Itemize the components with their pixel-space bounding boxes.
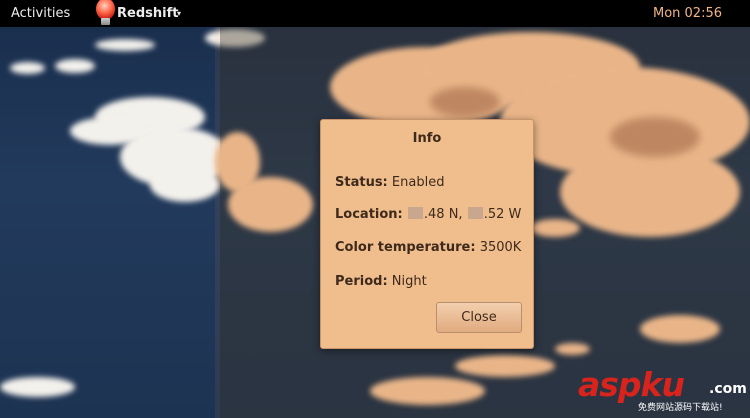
- location-key: Location:: [335, 207, 403, 222]
- dialog-title: Info: [412, 131, 442, 146]
- temp-key: Color temperature:: [335, 240, 476, 255]
- period-value: Night: [391, 274, 427, 289]
- watermark-suffix: .com: [709, 381, 747, 397]
- chevron-down-icon: ▾: [177, 9, 182, 18]
- redacted-block: [467, 207, 483, 219]
- period-row: Period: Night: [335, 274, 427, 289]
- activities-button[interactable]: Activities: [11, 6, 70, 21]
- location-row: Location: .48 N, .52 W: [335, 207, 521, 222]
- status-key: Status:: [335, 175, 388, 190]
- cloud: [95, 39, 155, 51]
- watermark-main: aspku: [578, 365, 685, 404]
- info-dialog: Info Status: Enabled Location: .48 N, .5…: [320, 119, 534, 349]
- period-key: Period:: [335, 274, 388, 289]
- location-lat: .48 N,: [423, 207, 463, 222]
- watermark-subtitle: 免费网站源码下载站!: [638, 403, 723, 413]
- watermark-logo: aspku .com 免费网站源码下载站!: [578, 365, 747, 413]
- cloud: [10, 62, 45, 74]
- redshift-bulb-icon: [96, 0, 115, 20]
- status-value: Enabled: [391, 175, 445, 190]
- close-button[interactable]: Close: [436, 302, 522, 333]
- cloud: [150, 167, 220, 202]
- app-menu-label: Redshift: [117, 6, 179, 21]
- redacted-block: [407, 207, 423, 219]
- temp-value: 3500K: [479, 240, 522, 255]
- clock[interactable]: Mon 02:56: [653, 6, 722, 21]
- bulb-base: [101, 18, 110, 25]
- top-bar: Activities Redshift ▾ Mon 02:56: [0, 0, 750, 27]
- status-row: Status: Enabled: [335, 175, 444, 190]
- location-lon: .52 W: [483, 207, 522, 222]
- cloud: [55, 59, 95, 73]
- cloud: [0, 377, 75, 397]
- color-temperature-row: Color temperature: 3500K: [335, 240, 521, 255]
